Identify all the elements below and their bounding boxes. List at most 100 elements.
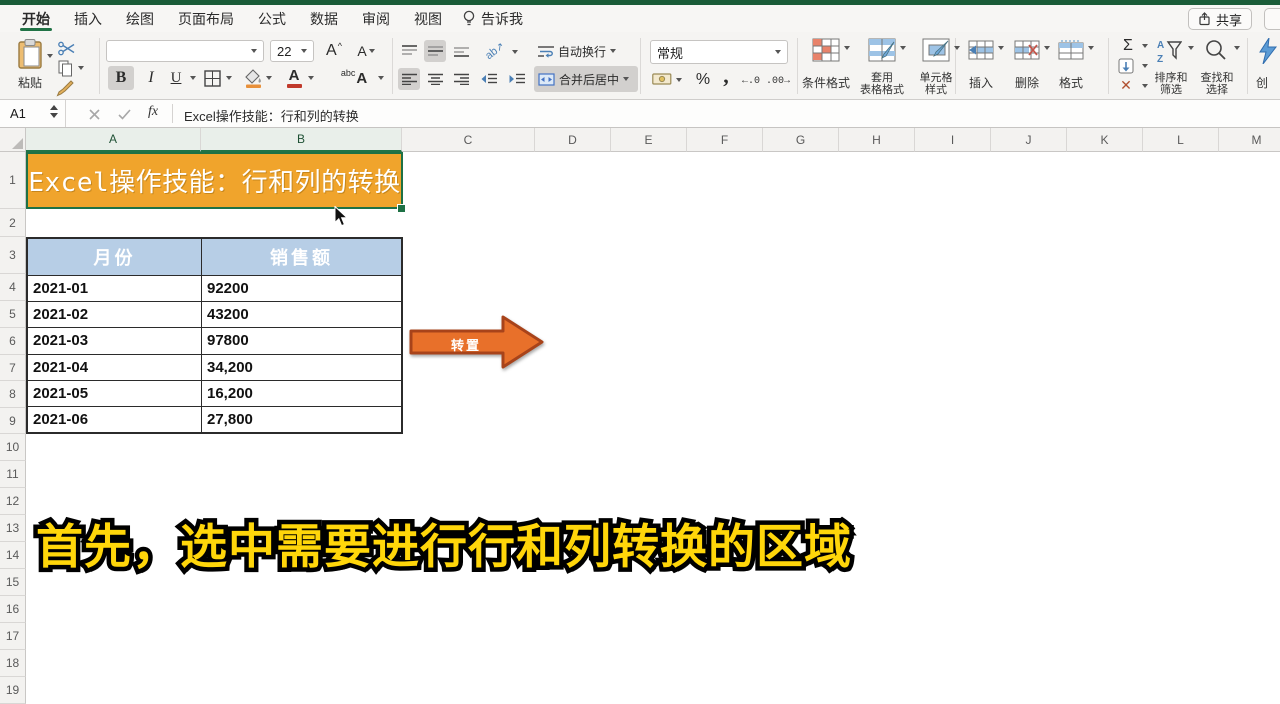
table-cell-sales-4[interactable]: 16,200: [202, 381, 401, 406]
row-header-14[interactable]: 14: [0, 542, 26, 569]
table-cell-sales-2[interactable]: 97800: [202, 328, 401, 353]
cell-styles-button[interactable]: [922, 38, 950, 62]
row-header-9[interactable]: 9: [0, 408, 26, 434]
accounting-format-button[interactable]: [652, 72, 672, 86]
row-header-19[interactable]: 19: [0, 677, 26, 704]
clipped-toolbar-button[interactable]: [1264, 8, 1280, 30]
autosum-dropdown[interactable]: [1142, 44, 1148, 48]
table-cell-month-0[interactable]: 2021-01: [28, 276, 202, 301]
column-header-B[interactable]: B: [201, 128, 402, 152]
name-box-spinner[interactable]: [50, 105, 58, 118]
row-header-12[interactable]: 12: [0, 488, 26, 515]
delete-cells-button[interactable]: [1014, 40, 1040, 60]
row-header-11[interactable]: 11: [0, 461, 26, 488]
table-cell-month-5[interactable]: 2021-06: [28, 407, 202, 432]
row-header-3[interactable]: 3: [0, 237, 26, 274]
align-right-button[interactable]: [450, 68, 472, 90]
column-header-D[interactable]: D: [535, 128, 611, 152]
menu-tab-3[interactable]: 页面布局: [166, 5, 246, 32]
orientation-dropdown[interactable]: [512, 50, 518, 54]
table-cell-month-2[interactable]: 2021-03: [28, 328, 202, 353]
table-cell-sales-3[interactable]: 34,200: [202, 355, 401, 380]
format-cells-dropdown[interactable]: [1088, 46, 1094, 50]
fill-dropdown[interactable]: [1142, 64, 1148, 68]
selection-fill-handle[interactable]: [397, 204, 406, 213]
ideas-button[interactable]: [1258, 38, 1278, 64]
paste-dropdown[interactable]: [47, 54, 53, 58]
font-size-combo[interactable]: 22: [270, 40, 314, 62]
cancel-button[interactable]: [84, 104, 104, 124]
format-as-table-label[interactable]: 套用表格格式: [850, 72, 914, 96]
insert-function-button[interactable]: fx: [148, 104, 158, 120]
row-header-18[interactable]: 18: [0, 650, 26, 677]
column-header-M[interactable]: M: [1219, 128, 1280, 152]
column-header-L[interactable]: L: [1143, 128, 1219, 152]
number-format-combo[interactable]: 常规: [650, 40, 788, 64]
percent-style-button[interactable]: %: [692, 70, 714, 90]
format-cells-button[interactable]: [1058, 40, 1084, 60]
format-as-table-dropdown[interactable]: [900, 46, 906, 50]
menu-tab-1[interactable]: 插入: [62, 5, 114, 32]
find-select-dropdown[interactable]: [1234, 46, 1240, 50]
row-header-17[interactable]: 17: [0, 623, 26, 650]
autosum-button[interactable]: Σ: [1116, 36, 1140, 56]
font-name-combo[interactable]: [106, 40, 264, 62]
column-header-I[interactable]: I: [915, 128, 991, 152]
cell-styles-label[interactable]: 单元格样式: [906, 72, 966, 96]
insert-cells-label[interactable]: 插入: [960, 74, 1002, 91]
table-cell-sales-0[interactable]: 92200: [202, 276, 401, 301]
underline-dropdown[interactable]: [190, 76, 196, 80]
underline-button[interactable]: U: [164, 66, 188, 90]
formula-content[interactable]: Excel操作技能：行和列的转换: [184, 106, 359, 125]
column-header-K[interactable]: K: [1067, 128, 1143, 152]
merge-center-button[interactable]: 合并后居中: [534, 66, 638, 92]
fill-down-button[interactable]: [1118, 58, 1134, 74]
grow-font-button[interactable]: A^: [322, 40, 346, 62]
conditional-formatting-label[interactable]: 条件格式: [794, 74, 858, 91]
share-button[interactable]: 共享: [1188, 8, 1252, 30]
orientation-button[interactable]: ab↗: [478, 34, 512, 67]
sort-filter-label[interactable]: 排序和筛选: [1148, 72, 1194, 96]
format-cells-label[interactable]: 格式: [1050, 74, 1092, 91]
enter-button[interactable]: [114, 104, 134, 124]
menu-tab-2[interactable]: 绘图: [114, 5, 166, 32]
cut-button[interactable]: [58, 41, 75, 56]
sort-filter-dropdown[interactable]: [1188, 46, 1194, 50]
table-cell-sales-5[interactable]: 27,800: [202, 407, 401, 432]
font-color-button[interactable]: A: [284, 65, 304, 85]
fill-color-dropdown[interactable]: [266, 76, 272, 80]
phonetic-dropdown[interactable]: [378, 76, 384, 80]
column-header-A[interactable]: A: [26, 128, 201, 152]
align-top-button[interactable]: [398, 40, 420, 62]
menu-tab-0[interactable]: 开始: [10, 5, 62, 32]
find-select-button[interactable]: [1204, 38, 1228, 62]
shrink-font-button[interactable]: A: [354, 40, 378, 62]
table-header-sales[interactable]: 销售额: [202, 239, 401, 275]
borders-dropdown[interactable]: [226, 76, 232, 80]
transpose-arrow[interactable]: 转置: [406, 312, 548, 374]
sort-filter-button[interactable]: AZ: [1156, 38, 1182, 64]
phonetic-button[interactable]: abcA: [334, 66, 374, 90]
delete-cells-label[interactable]: 删除: [1006, 74, 1048, 91]
find-select-label[interactable]: 查找和选择: [1194, 72, 1240, 96]
decrease-indent-button[interactable]: [478, 68, 500, 90]
name-box[interactable]: A1: [0, 100, 66, 127]
copy-dropdown[interactable]: [78, 66, 84, 70]
table-cell-month-3[interactable]: 2021-04: [28, 355, 202, 380]
conditional-formatting-dropdown[interactable]: [844, 46, 850, 50]
table-cell-month-1[interactable]: 2021-02: [28, 302, 202, 327]
align-center-button[interactable]: [424, 68, 446, 90]
column-header-J[interactable]: J: [991, 128, 1067, 152]
italic-button[interactable]: I: [140, 66, 162, 90]
row-header-13[interactable]: 13: [0, 515, 26, 542]
select-all-corner[interactable]: [0, 128, 26, 152]
row-header-16[interactable]: 16: [0, 596, 26, 623]
align-left-button[interactable]: [398, 68, 420, 90]
column-header-E[interactable]: E: [611, 128, 687, 152]
tell-me-button[interactable]: 告诉我: [462, 9, 523, 29]
menu-tab-6[interactable]: 审阅: [350, 5, 402, 32]
wrap-text-button[interactable]: 自动换行: [538, 40, 634, 62]
data-table[interactable]: 月份 销售额 2021-01922002021-02432002021-0397…: [26, 237, 403, 434]
row-header-7[interactable]: 7: [0, 355, 26, 381]
column-header-H[interactable]: H: [839, 128, 915, 152]
